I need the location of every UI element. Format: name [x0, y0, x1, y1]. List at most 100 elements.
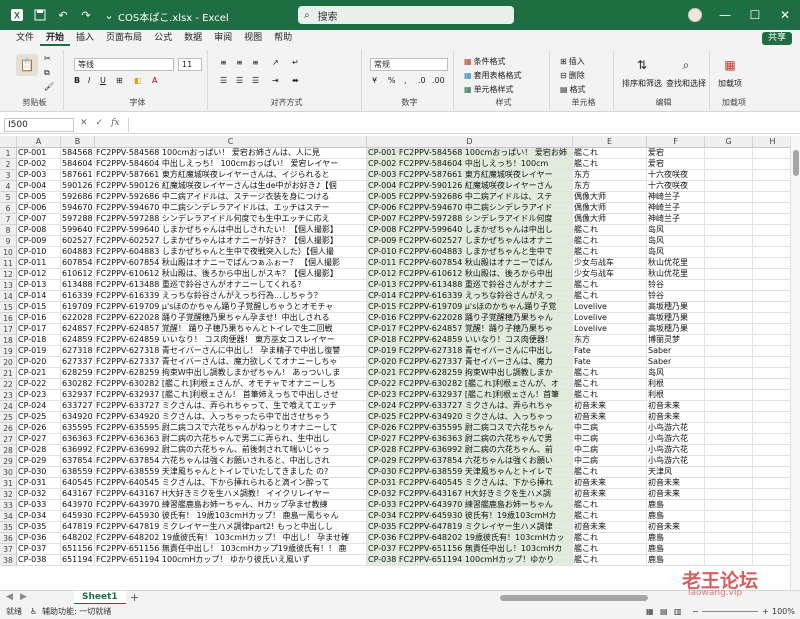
cell-b[interactable]: 628259 [61, 368, 95, 379]
cell-c[interactable]: FC2PPV-637854 六花ちゃんは強くお願いされると、中出しされ [95, 456, 367, 467]
row-header[interactable]: 16 [0, 313, 17, 324]
row-header[interactable]: 23 [0, 390, 17, 401]
cell-f[interactable]: 十六夜咲夜 [647, 170, 705, 181]
cell-h[interactable] [753, 203, 790, 214]
cell-h[interactable] [753, 434, 790, 445]
cell-b[interactable]: 643970 [61, 500, 95, 511]
cell-e[interactable]: 艦これ [573, 533, 647, 544]
cell-e[interactable]: 艦これ [573, 291, 647, 302]
cell-h[interactable] [753, 214, 790, 225]
cell-e[interactable]: 艦これ [573, 280, 647, 291]
cell-c[interactable]: FC2PPV-613488 重巡で鈴谷さんがオナニーしてくれる？ [95, 280, 367, 291]
tab-home[interactable]: 开始 [40, 30, 71, 46]
number-format-select[interactable]: 常规 [370, 58, 448, 71]
cell-d[interactable]: CP-035 FC2PPV-647819 ミクレイヤー生ハメ調律 [367, 522, 573, 533]
cell-h[interactable] [753, 280, 790, 291]
cell-a[interactable]: CP-018 [17, 335, 61, 346]
font-size-select[interactable]: 11 [178, 58, 202, 71]
row-header[interactable]: 20 [0, 357, 17, 368]
cell-b[interactable]: 640545 [61, 478, 95, 489]
cell-a[interactable]: CP-011 [17, 258, 61, 269]
cell-c[interactable]: FC2PPV-597288 シンデレラアイドル何度でも生中エッチに応え [95, 214, 367, 225]
cell-a[interactable]: CP-027 [17, 434, 61, 445]
row-header[interactable]: 30 [0, 467, 17, 478]
cell-c[interactable]: FC2PPV-635595 尉二病コスで六花ちゃんがねっとりオナニーして [95, 423, 367, 434]
row-header[interactable]: 37 [0, 544, 17, 555]
cell-h[interactable] [753, 225, 790, 236]
cell-c[interactable]: FC2PPV-647819 ミクレイヤー生ハメ調律part2! もっと中出しし [95, 522, 367, 533]
cell-e[interactable]: Lovelive [573, 324, 647, 335]
cell-e[interactable]: 初音未来 [573, 401, 647, 412]
cell-b[interactable]: 597288 [61, 214, 95, 225]
cell-a[interactable]: CP-029 [17, 456, 61, 467]
cell-d[interactable]: CP-028 FC2PPV-636992 尉二病の六花ちゃん、前 [367, 445, 573, 456]
cell-f[interactable]: 岛风 [647, 368, 705, 379]
cell-e[interactable]: 少女与战车 [573, 269, 647, 280]
tab-help[interactable]: 帮助 [268, 30, 298, 46]
cell-a[interactable]: CP-030 [17, 467, 61, 478]
cell-a[interactable]: CP-009 [17, 236, 61, 247]
page-layout-view-icon[interactable]: ▤ [660, 604, 668, 619]
cell-f[interactable]: 十六夜咲夜 [647, 181, 705, 192]
cell-c[interactable]: FC2PPV-592686 中二病アイドルは、ステージ衣装を身につける [95, 192, 367, 203]
cell-e[interactable]: 少女与战车 [573, 258, 647, 269]
row-header[interactable]: 17 [0, 324, 17, 335]
cell-b[interactable]: 587661 [61, 170, 95, 181]
cell-h[interactable] [753, 159, 790, 170]
row-header[interactable]: 8 [0, 225, 17, 236]
cell-a[interactable]: CP-014 [17, 291, 61, 302]
cell-g[interactable] [705, 533, 753, 544]
cell-f[interactable]: 小鸟游六花 [647, 434, 705, 445]
cell-e[interactable]: 初音未来 [573, 412, 647, 423]
cell-e[interactable]: 艦これ [573, 500, 647, 511]
cell-b[interactable]: 604883 [61, 247, 95, 258]
row-header[interactable]: 14 [0, 291, 17, 302]
cell-f[interactable]: 爱宕 [647, 159, 705, 170]
cell-a[interactable]: CP-004 [17, 181, 61, 192]
delete-cells-button[interactable]: ⊟ 删除 [560, 70, 585, 81]
save-icon[interactable] [33, 8, 47, 22]
cell-d[interactable]: CP-024 FC2PPV-633727 ミクさんは、弄られちゃ [367, 401, 573, 412]
cell-h[interactable] [753, 324, 790, 335]
cell-d[interactable]: CP-025 FC2PPV-634920 ミクさんは、入っちゃっ [367, 412, 573, 423]
row-header[interactable]: 36 [0, 533, 17, 544]
cell-a[interactable]: CP-002 [17, 159, 61, 170]
cell-g[interactable] [705, 379, 753, 390]
row-header[interactable]: 7 [0, 214, 17, 225]
align-middle-icon[interactable]: ≡ [236, 58, 243, 67]
cell-h[interactable] [753, 544, 790, 555]
conditional-format-button[interactable]: ▦ 条件格式 [464, 56, 506, 67]
tab-formulas[interactable]: 公式 [148, 30, 178, 46]
cell-b[interactable]: 633727 [61, 401, 95, 412]
cell-b[interactable]: 584604 [61, 159, 95, 170]
cell-g[interactable] [705, 423, 753, 434]
cell-f[interactable]: 秋山优花里 [647, 269, 705, 280]
cell-e[interactable]: 艦これ [573, 467, 647, 478]
cell-b[interactable]: 594670 [61, 203, 95, 214]
zoom-slider[interactable] [702, 611, 758, 612]
cell-b[interactable]: 651194 [61, 555, 95, 566]
cell-e[interactable]: 中二病 [573, 423, 647, 434]
cell-g[interactable] [705, 247, 753, 258]
cell-b[interactable]: 622028 [61, 313, 95, 324]
cell-e[interactable]: 偶像大师 [573, 203, 647, 214]
tab-insert[interactable]: 插入 [70, 30, 100, 46]
cell-b[interactable]: 590126 [61, 181, 95, 192]
cell-f[interactable]: 岛风 [647, 247, 705, 258]
cell-a[interactable]: CP-031 [17, 478, 61, 489]
cell-d[interactable]: CP-013 FC2PPV-613488 重巡で鈴谷さんがオナニ [367, 280, 573, 291]
cell-d[interactable]: CP-010 FC2PPV-604883 しまかぜちゃんと生中で [367, 247, 573, 258]
cell-e[interactable]: 中二病 [573, 434, 647, 445]
cell-f[interactable]: 鹿島 [647, 555, 705, 566]
cell-g[interactable] [705, 467, 753, 478]
cell-g[interactable] [705, 214, 753, 225]
cell-e[interactable]: 艦これ [573, 379, 647, 390]
row-header[interactable]: 21 [0, 368, 17, 379]
cell-b[interactable]: 616339 [61, 291, 95, 302]
cell-e[interactable]: 艦これ [573, 236, 647, 247]
row-header[interactable]: 24 [0, 401, 17, 412]
cell-a[interactable]: CP-001 [17, 148, 61, 159]
cell-e[interactable]: 艦これ [573, 247, 647, 258]
cell-h[interactable] [753, 478, 790, 489]
cell-c[interactable]: FC2PPV-630282 [艦これ]利根ェさんが、オモチャでオナニーしち [95, 379, 367, 390]
